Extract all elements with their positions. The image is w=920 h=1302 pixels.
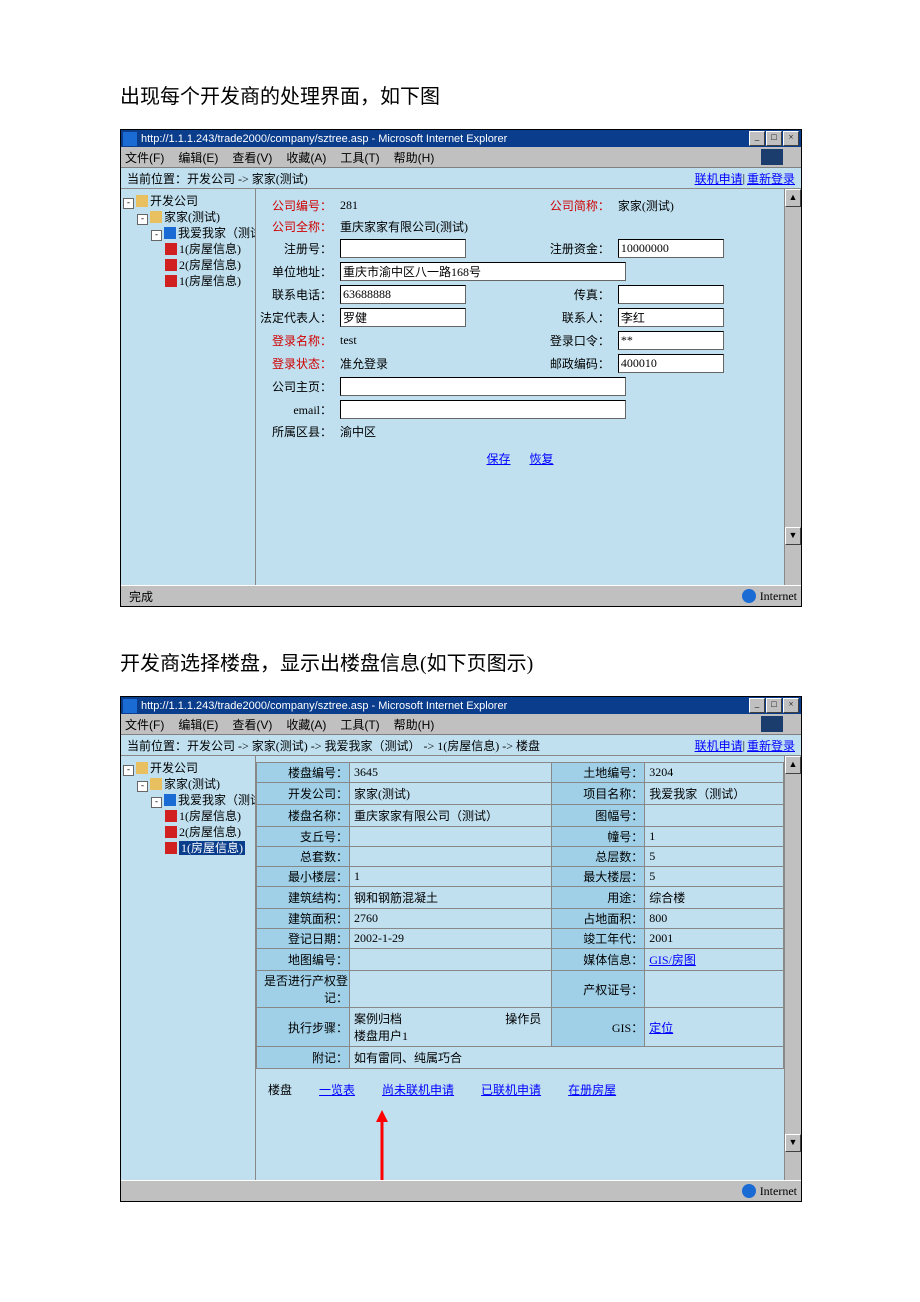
save-link[interactable]: 保存 xyxy=(486,452,510,466)
folder-icon xyxy=(136,195,148,207)
internet-icon xyxy=(742,1184,756,1198)
collapse-icon[interactable]: - xyxy=(137,214,148,225)
media-link[interactable]: GIS/房图 xyxy=(649,953,696,967)
menu-file[interactable]: 文件(F) xyxy=(125,716,164,733)
location-bar: 当前位置：开发公司 -> 家家(测试) -> 我爱我家（测试） -> 1(房屋信… xyxy=(121,735,801,756)
menu-view[interactable]: 查看(V) xyxy=(232,716,272,733)
menu-file[interactable]: 文件(F) xyxy=(125,149,164,166)
fax-input[interactable] xyxy=(618,285,724,304)
window-title: http://1.1.1.243/trade2000/company/sztre… xyxy=(141,133,749,145)
folder-icon xyxy=(150,778,162,790)
addr-input[interactable] xyxy=(340,262,626,281)
menu-help[interactable]: 帮助(H) xyxy=(394,716,435,733)
node-icon xyxy=(164,227,176,239)
reset-link[interactable]: 恢复 xyxy=(530,452,554,466)
menu-tools[interactable]: 工具(T) xyxy=(340,716,379,733)
folder-icon xyxy=(150,211,162,223)
contact-input[interactable] xyxy=(618,308,724,327)
collapse-icon[interactable]: - xyxy=(151,230,162,241)
scroll-down-icon[interactable]: ▼ xyxy=(785,527,801,545)
caption-1: 出现每个开发商的处理界面，如下图 xyxy=(120,80,860,109)
tel-input[interactable] xyxy=(340,285,466,304)
minimize-button[interactable]: _ xyxy=(749,131,765,146)
close-button[interactable]: × xyxy=(783,131,799,146)
zip-input[interactable] xyxy=(618,354,724,373)
minimize-button[interactable]: _ xyxy=(749,698,765,713)
leaf-icon xyxy=(165,275,177,287)
legal-input[interactable] xyxy=(340,308,466,327)
link-apply[interactable]: 联机申请 xyxy=(695,737,743,754)
link-pending[interactable]: 尚未联机申请 xyxy=(382,1083,454,1097)
scrollbar[interactable]: ▲▼ xyxy=(784,189,801,585)
ie-icon xyxy=(123,699,137,713)
tree-leaf-selected[interactable]: 1(房屋信息) xyxy=(179,841,245,855)
leaf-icon xyxy=(165,826,177,838)
gis-link[interactable]: 定位 xyxy=(649,1021,673,1035)
nav-tree: -开发公司 -家家(测试) -我爱我家（测试） 1(房屋信息) 2(房屋信息) … xyxy=(121,189,255,585)
reg-input[interactable] xyxy=(340,239,466,258)
tree-leaf[interactable]: 1(房屋信息) xyxy=(179,274,241,288)
leaf-icon xyxy=(165,842,177,854)
maximize-button[interactable]: □ xyxy=(766,698,782,713)
leaf-icon xyxy=(165,243,177,255)
node-icon xyxy=(164,794,176,806)
pwd-input[interactable] xyxy=(618,331,724,350)
link-relogin[interactable]: 重新登录 xyxy=(747,170,795,187)
ie-icon xyxy=(123,132,137,146)
screenshot-1: http://1.1.1.243/trade2000/company/sztre… xyxy=(120,129,802,607)
tree-leaf[interactable]: 2(房屋信息) xyxy=(179,258,241,272)
caption-2: 开发商选择楼盘，显示出楼盘信息(如下页图示) xyxy=(120,647,860,676)
tree-leaf[interactable]: 1(房屋信息) xyxy=(179,242,241,256)
link-applied[interactable]: 已联机申请 xyxy=(481,1083,541,1097)
menu-view[interactable]: 查看(V) xyxy=(232,149,272,166)
link-registered[interactable]: 在册房屋 xyxy=(568,1083,616,1097)
window-titlebar: http://1.1.1.243/trade2000/company/sztre… xyxy=(121,697,801,714)
breadcrumb: 当前位置：开发公司 -> 家家(测试) xyxy=(127,170,693,187)
link-apply[interactable]: 联机申请 xyxy=(695,170,743,187)
tree-company[interactable]: 家家(测试) xyxy=(164,210,220,224)
tree-root[interactable]: 开发公司 xyxy=(150,194,198,208)
menu-edit[interactable]: 编辑(E) xyxy=(178,716,218,733)
menu-help[interactable]: 帮助(H) xyxy=(394,149,435,166)
building-detail: 楼盘编号：3645土地编号：3204 开发公司：家家(测试)项目名称：我爱我家（… xyxy=(255,756,784,1180)
close-button[interactable]: × xyxy=(783,698,799,713)
scroll-down-icon[interactable]: ▼ xyxy=(785,1134,801,1152)
scroll-up-icon[interactable]: ▲ xyxy=(785,756,801,774)
status-bar: Internet xyxy=(121,1180,801,1201)
menu-edit[interactable]: 编辑(E) xyxy=(178,149,218,166)
bottom-links: 楼盘 一览表 尚未联机申请 已联机申请 在册房屋 xyxy=(256,1069,784,1110)
throbber-icon xyxy=(761,716,783,732)
location-bar: 当前位置：开发公司 -> 家家(测试) 联机申请 | 重新登录 xyxy=(121,168,801,189)
link-relogin[interactable]: 重新登录 xyxy=(747,737,795,754)
window-titlebar: http://1.1.1.243/trade2000/company/sztre… xyxy=(121,130,801,147)
collapse-icon[interactable]: - xyxy=(151,797,162,808)
internet-icon xyxy=(742,589,756,603)
collapse-icon[interactable]: - xyxy=(123,198,134,209)
collapse-icon[interactable]: - xyxy=(123,765,134,776)
menu-tools[interactable]: 工具(T) xyxy=(340,149,379,166)
maximize-button[interactable]: □ xyxy=(766,131,782,146)
menu-fav[interactable]: 收藏(A) xyxy=(286,716,326,733)
screenshot-2: http://1.1.1.243/trade2000/company/sztre… xyxy=(120,696,802,1202)
menu-bar: 文件(F) 编辑(E) 查看(V) 收藏(A) 工具(T) 帮助(H) xyxy=(121,714,801,735)
link-list[interactable]: 一览表 xyxy=(319,1083,355,1097)
collapse-icon[interactable]: - xyxy=(137,781,148,792)
cap-input[interactable] xyxy=(618,239,724,258)
leaf-icon xyxy=(165,810,177,822)
scrollbar[interactable]: ▲▼ xyxy=(784,756,801,1180)
email-input[interactable] xyxy=(340,400,626,419)
throbber-icon xyxy=(761,149,783,165)
leaf-icon xyxy=(165,259,177,271)
breadcrumb: 当前位置：开发公司 -> 家家(测试) -> 我爱我家（测试） -> 1(房屋信… xyxy=(127,737,693,754)
scroll-up-icon[interactable]: ▲ xyxy=(785,189,801,207)
status-bar: 完成 Internet xyxy=(121,585,801,606)
folder-icon xyxy=(136,762,148,774)
company-form: 公司编号：281 公司简称：家家(测试) 公司全称：重庆家家有限公司(测试) 注… xyxy=(255,189,784,585)
annotation-arrow xyxy=(256,1110,784,1180)
nav-tree: -开发公司 -家家(测试) -我爱我家（测试） 1(房屋信息) 2(房屋信息) … xyxy=(121,756,255,1180)
home-input[interactable] xyxy=(340,377,626,396)
menu-fav[interactable]: 收藏(A) xyxy=(286,149,326,166)
menu-bar: 文件(F) 编辑(E) 查看(V) 收藏(A) 工具(T) 帮助(H) xyxy=(121,147,801,168)
